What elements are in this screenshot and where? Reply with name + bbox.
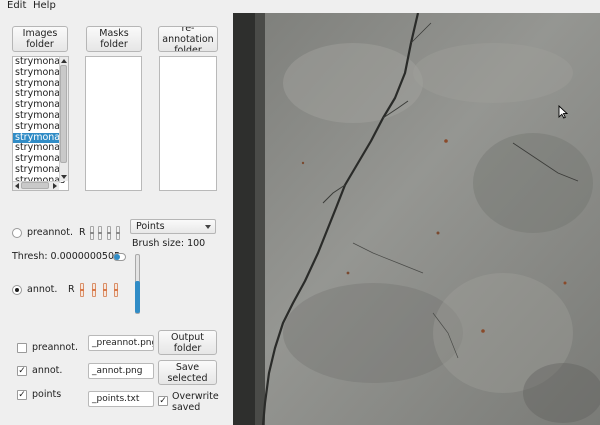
overwrite-label: Overwrite saved	[172, 391, 219, 413]
reannotation-list[interactable]	[159, 56, 217, 191]
annot-suffix-input[interactable]: _annot.png	[88, 363, 154, 379]
images-folder-button[interactable]: Images folder	[12, 26, 68, 52]
reannotation-folder-button[interactable]: re-annotation folder	[158, 26, 218, 52]
points-checkbox-label: points	[32, 389, 62, 400]
preannot-slider-4[interactable]	[116, 226, 120, 240]
images-list-hscroll-thumb[interactable]	[21, 182, 49, 189]
preannot-slider-1[interactable]	[90, 226, 94, 240]
thresh-slider-fill	[114, 254, 120, 260]
brush-mode-select[interactable]: Points	[130, 219, 216, 234]
scroll-down-icon[interactable]	[61, 175, 67, 179]
masks-list[interactable]	[85, 56, 142, 191]
scroll-left-icon[interactable]	[15, 183, 19, 189]
r-label-annot: R	[68, 284, 75, 295]
annot-slider-2[interactable]	[92, 283, 96, 297]
thresh-slider[interactable]	[113, 253, 126, 261]
annot-slider-3[interactable]	[103, 283, 107, 297]
annot-radio[interactable]	[12, 285, 22, 295]
menu-edit[interactable]: Edit	[7, 0, 26, 13]
preannot-radio[interactable]	[12, 228, 22, 238]
annot-slider-1[interactable]	[80, 283, 84, 297]
menu-bar: Edit Help	[0, 0, 600, 13]
image-canvas[interactable]	[233, 13, 600, 425]
annot-checkbox-label: annot.	[32, 365, 63, 376]
output-folder-button[interactable]: Output folder	[158, 330, 217, 355]
preannot-radio-label: preannot.	[27, 227, 73, 238]
annot-checkbox[interactable]: ✓	[17, 366, 27, 376]
images-list-vscrollbar[interactable]	[59, 57, 68, 181]
annot-slider-4[interactable]	[114, 283, 118, 297]
annot-radio-label: annot.	[27, 284, 58, 295]
preannot-suffix-input[interactable]: _preannot.png	[88, 335, 154, 351]
thresh-label: Thresh: 0.0000000505	[12, 251, 121, 262]
chevron-down-icon	[205, 225, 211, 229]
preannot-slider-2[interactable]	[98, 226, 102, 240]
points-checkbox[interactable]: ✓	[17, 390, 27, 400]
images-list[interactable]: strymonas strymonas strymonas strymonas stry…	[12, 56, 69, 191]
overwrite-checkbox[interactable]: ✓	[158, 396, 168, 406]
brush-mode-value: Points	[136, 221, 165, 232]
scroll-right-icon[interactable]	[53, 183, 57, 189]
brush-size-slider-fill	[135, 281, 140, 313]
mouse-pointer-icon	[558, 105, 568, 119]
scroll-up-icon[interactable]	[61, 59, 67, 63]
brush-size-label: Brush size: 100	[132, 238, 206, 249]
images-list-hscrollbar[interactable]	[13, 181, 59, 190]
brush-size-slider[interactable]	[135, 254, 140, 314]
points-suffix-input[interactable]: _points.txt	[88, 391, 154, 407]
menu-help[interactable]: Help	[33, 0, 56, 13]
preannot-checkbox[interactable]	[17, 343, 27, 353]
r-label: R	[79, 227, 86, 238]
masks-folder-button[interactable]: Masks folder	[86, 26, 142, 52]
images-list-vscroll-thumb[interactable]	[60, 65, 67, 163]
preannot-checkbox-label: preannot.	[32, 342, 78, 353]
save-selected-button[interactable]: Save selected	[158, 360, 217, 385]
concrete-crack-image	[233, 13, 600, 425]
preannot-slider-3[interactable]	[107, 226, 111, 240]
